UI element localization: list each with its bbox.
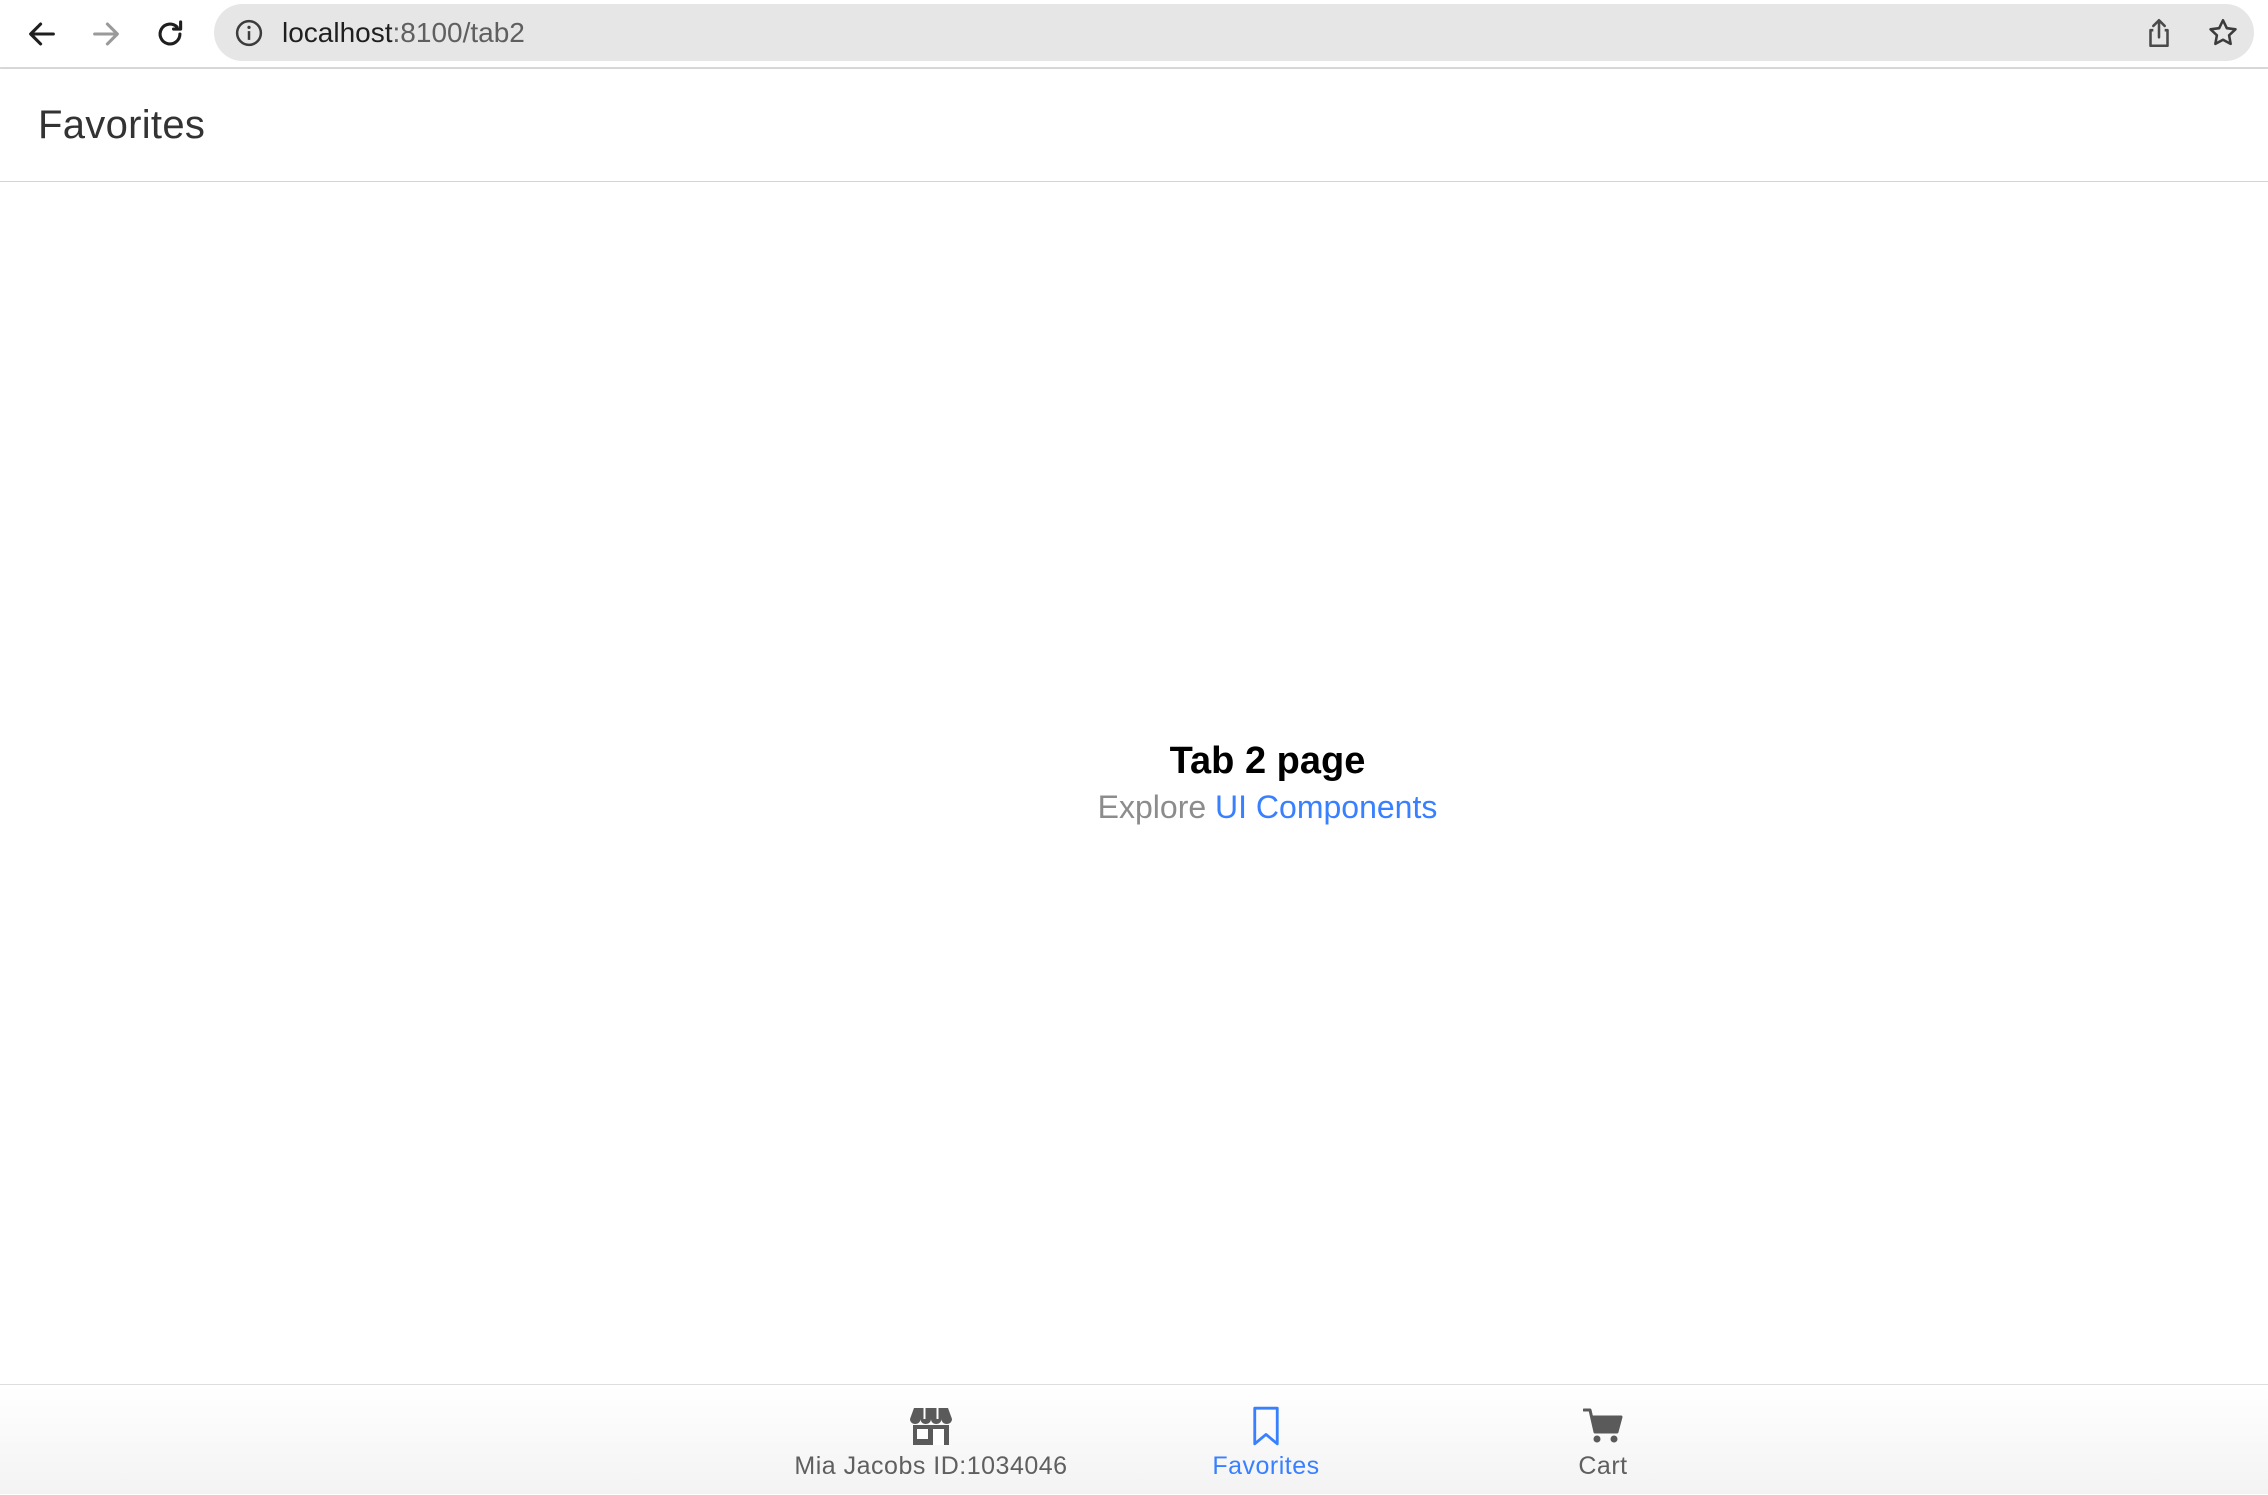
empty-state: Tab 2 page Explore UI Components bbox=[0, 738, 2268, 829]
star-icon[interactable] bbox=[2206, 16, 2240, 50]
back-button[interactable] bbox=[18, 10, 66, 58]
browser-toolbar: localhost:8100/tab2 bbox=[0, 0, 2268, 69]
storefront-icon bbox=[909, 1405, 953, 1447]
main-content: Tab 2 page Explore UI Components bbox=[0, 182, 2268, 1384]
info-icon[interactable] bbox=[234, 18, 264, 48]
cart-icon bbox=[1581, 1405, 1625, 1447]
app-header: Favorites bbox=[0, 69, 2268, 182]
tab-label: Favorites bbox=[1212, 1452, 1320, 1480]
tab-label: Cart bbox=[1578, 1452, 1628, 1480]
bookmark-icon bbox=[1244, 1405, 1288, 1447]
url-host: localhost bbox=[282, 17, 393, 48]
reload-icon bbox=[158, 20, 183, 46]
ui-components-link[interactable]: UI Components bbox=[1215, 789, 1437, 825]
address-bar[interactable]: localhost:8100/tab2 bbox=[214, 4, 2254, 61]
share-icon[interactable] bbox=[2142, 16, 2176, 50]
forward-button[interactable] bbox=[82, 10, 130, 58]
arrow-right-icon bbox=[93, 22, 119, 46]
tab-home[interactable]: Mia Jacobs ID:1034046 bbox=[761, 1385, 1101, 1495]
tab-favorites[interactable]: Favorites bbox=[1096, 1385, 1436, 1495]
subtitle-prefix: Explore bbox=[1097, 789, 1207, 825]
content-subtitle: Explore UI Components bbox=[0, 785, 2268, 829]
reload-button[interactable] bbox=[146, 10, 194, 58]
page-title: Favorites bbox=[38, 103, 206, 147]
tab-bar: Mia Jacobs ID:1034046 Favorites Cart bbox=[0, 1384, 2268, 1494]
url-text[interactable]: localhost:8100/tab2 bbox=[282, 4, 525, 61]
tab-label: Mia Jacobs ID:1034046 bbox=[794, 1452, 1068, 1480]
arrow-left-icon bbox=[29, 22, 55, 46]
content-title: Tab 2 page bbox=[1169, 740, 1366, 782]
tab-cart[interactable]: Cart bbox=[1433, 1385, 1773, 1495]
url-path: :8100/tab2 bbox=[392, 17, 525, 48]
